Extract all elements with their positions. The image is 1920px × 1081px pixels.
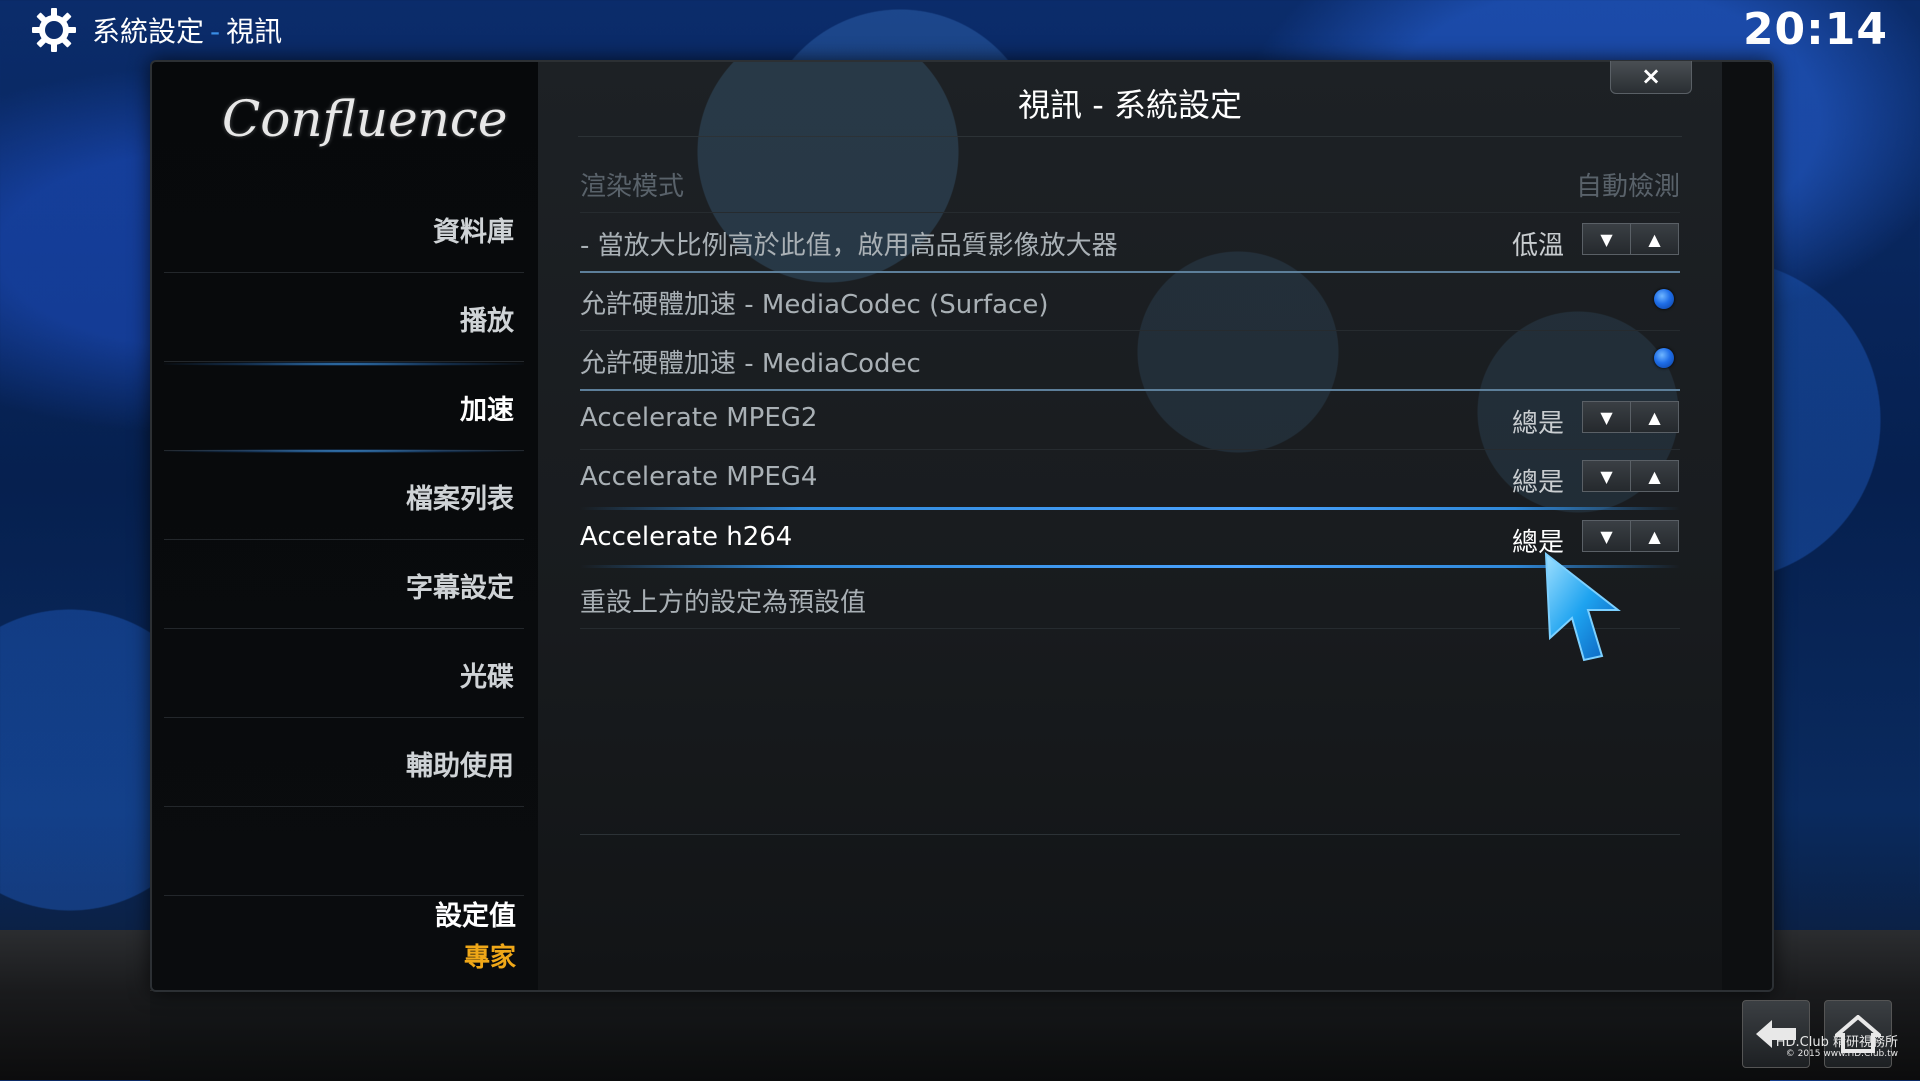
watermark-line2: © 2015 www.HD.Club.tw (1785, 1049, 1898, 1060)
cursor-arrow-icon (1544, 551, 1621, 662)
sidebar-item-playback[interactable]: 播放 (164, 273, 524, 362)
setting-label: Accelerate h264 (580, 522, 793, 552)
setting-label: - 當放大比例高於此值，啟用高品質影像放大器 (580, 231, 1118, 261)
breadcrumb-subsection: 視訊 (226, 15, 283, 48)
sidebar: Confluence 資料庫 播放 加速 檔案列表 字幕設定 光碟 輔助使用 設… (152, 62, 538, 990)
sidebar-item-label: 加速 (460, 395, 514, 426)
settings-level-value: 專家 (463, 943, 516, 973)
settings-content: 視訊 - 系統設定 渲染模式 自動檢測 - 當放大比例高於此值，啟用高品質影像放… (538, 62, 1722, 990)
settings-level-label: 設定值 (435, 901, 516, 932)
sidebar-item-label: 輔助使用 (406, 751, 514, 782)
setting-accelerate-mpeg2[interactable]: Accelerate MPEG2 總是 ▼ ▲ (580, 391, 1680, 450)
setting-mediacodec-surface[interactable]: 允許硬體加速 - MediaCodec (Surface) (580, 272, 1680, 331)
setting-label: Accelerate MPEG4 (580, 462, 818, 492)
setting-reset-defaults[interactable]: 重設上方的設定為預設值 (580, 570, 1680, 629)
settings-dialog: Confluence 資料庫 播放 加速 檔案列表 字幕設定 光碟 輔助使用 設… (150, 60, 1774, 992)
watermark: HD.Club 精研視務所 © 2015 www.HD.Club.tw (1775, 1035, 1898, 1060)
setting-label: 重設上方的設定為預設值 (580, 588, 867, 618)
breadcrumb-separator: - (210, 15, 221, 48)
title-divider (578, 136, 1682, 137)
sidebar-divider (164, 807, 524, 896)
setting-value: 總是 (1511, 409, 1564, 439)
sidebar-item-label: 光碟 (460, 662, 514, 693)
settings-level-button[interactable]: 設定值 專家 (435, 894, 516, 974)
radio-on-icon[interactable] (1654, 289, 1674, 309)
content-bottom-divider (580, 834, 1680, 835)
breadcrumb-section: 系統設定 (92, 15, 205, 48)
setting-label: 渲染模式 (580, 172, 685, 202)
sidebar-item-label: 檔案列表 (406, 484, 514, 515)
triangle-up-icon[interactable]: ▲ (1631, 223, 1679, 255)
setting-label: Accelerate MPEG2 (580, 403, 818, 433)
clock: 20:14 (1742, 4, 1888, 55)
sidebar-item-accessibility[interactable]: 輔助使用 (164, 718, 524, 807)
breadcrumb: 系統設定 - 視訊 (92, 10, 282, 50)
watermark-line1: HD.Club 精研視務所 (1775, 1035, 1898, 1050)
triangle-up-icon[interactable]: ▲ (1631, 460, 1679, 492)
value-spinner: ▼ ▲ (1582, 401, 1680, 433)
sidebar-item-label: 資料庫 (433, 217, 514, 248)
setting-render-method: 渲染模式 自動檢測 (580, 154, 1680, 213)
triangle-down-icon[interactable]: ▼ (1582, 223, 1631, 255)
dialog-title: 視訊 - 系統設定 (1018, 86, 1242, 124)
sidebar-item-label: 字幕設定 (406, 573, 514, 604)
sidebar-item-label: 播放 (460, 306, 514, 337)
setting-accelerate-mpeg4[interactable]: Accelerate MPEG4 總是 ▼ ▲ (580, 450, 1680, 508)
sidebar-item-subtitles[interactable]: 字幕設定 (164, 540, 524, 629)
radio-on-icon[interactable] (1654, 348, 1674, 368)
setting-mediacodec[interactable]: 允許硬體加速 - MediaCodec (580, 331, 1680, 391)
triangle-down-icon[interactable]: ▼ (1582, 401, 1631, 433)
dialog-edge (1722, 62, 1772, 990)
setting-value: 自動檢測 (1575, 172, 1680, 202)
sidebar-item-file-list[interactable]: 檔案列表 (164, 451, 524, 540)
triangle-up-icon[interactable]: ▲ (1631, 401, 1679, 433)
close-button[interactable]: × (1610, 61, 1692, 94)
header: 系統設定 - 視訊 (30, 8, 282, 52)
triangle-up-icon[interactable]: ▲ (1631, 520, 1679, 552)
sidebar-item-acceleration[interactable]: 加速 (164, 362, 524, 453)
bottom-panel (150, 990, 1770, 1081)
setting-label: 允許硬體加速 - MediaCodec (Surface) (580, 290, 1049, 320)
value-spinner: ▼ ▲ (1582, 460, 1680, 492)
value-spinner: ▼ ▲ (1582, 223, 1680, 255)
sidebar-item-disc[interactable]: 光碟 (164, 629, 524, 718)
setting-hq-upscaler[interactable]: - 當放大比例高於此值，啟用高品質影像放大器 低溫 ▼ ▲ (580, 213, 1680, 273)
sidebar-item-library[interactable]: 資料庫 (164, 184, 524, 273)
setting-value: 低溫 (1511, 231, 1564, 261)
focus-highlight-bottom (580, 565, 1680, 568)
setting-label: 允許硬體加速 - MediaCodec (580, 349, 921, 379)
setting-value: 總是 (1511, 468, 1564, 498)
gear-icon (32, 8, 76, 52)
triangle-down-icon[interactable]: ▼ (1582, 460, 1631, 492)
setting-accelerate-h264[interactable]: Accelerate h264 總是 ▼ ▲ (580, 510, 1680, 568)
confluence-logo: Confluence (222, 90, 508, 148)
